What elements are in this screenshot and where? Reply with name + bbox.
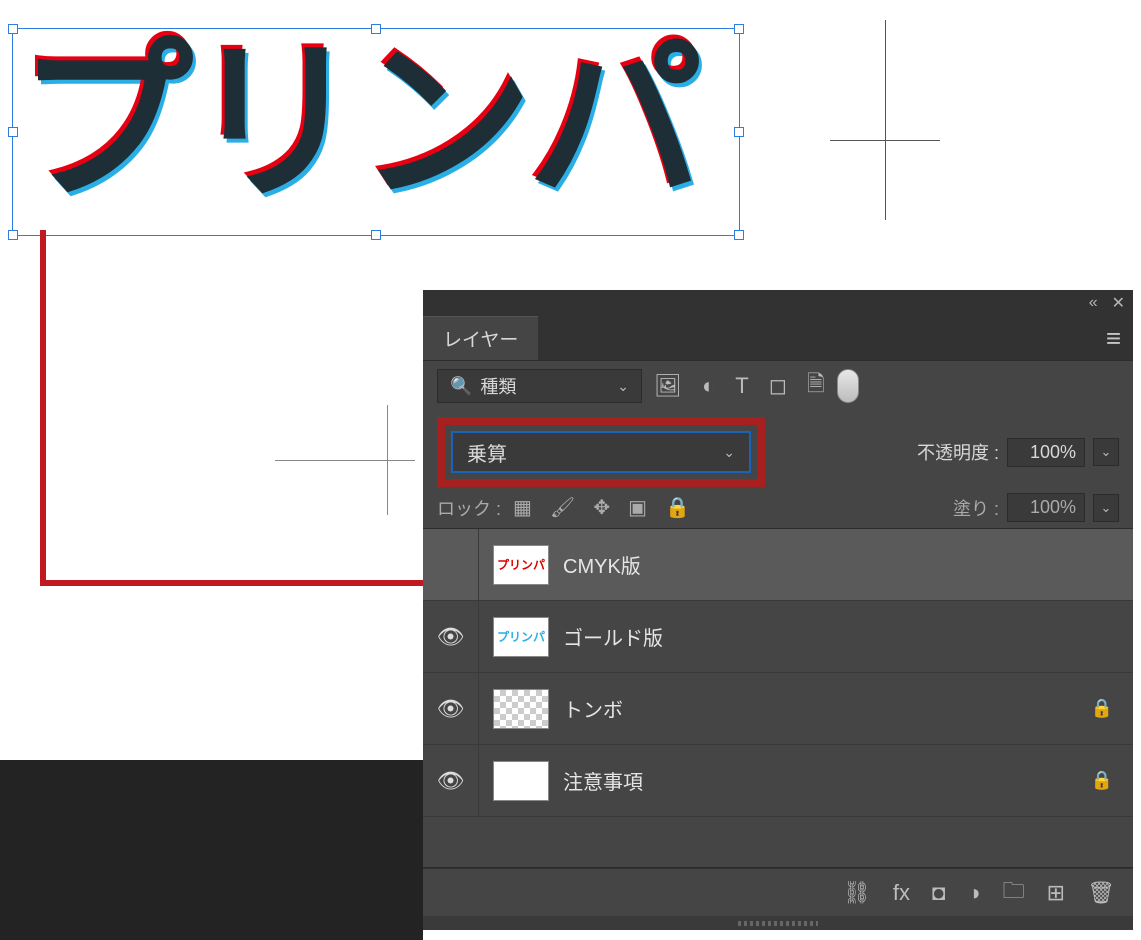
panel-topbar: « ✕ [423, 290, 1133, 316]
filter-toggle[interactable] [837, 369, 859, 403]
layers-list: プリンパ CMYK版 👁 プリンパ ゴールド版 👁 トンボ 🔒 👁 [423, 528, 1133, 868]
resize-handle-br[interactable] [734, 230, 744, 240]
filter-shape-icon[interactable]: ◻ [769, 373, 787, 399]
lock-label: ロック : [437, 495, 501, 521]
chevron-down-icon: ⌄ [617, 378, 629, 395]
layer-thumbnail[interactable] [493, 689, 549, 729]
eye-icon: 👁 [437, 768, 465, 794]
blend-row: 乗算 ⌄ 不透明度 : 100% ⌄ [423, 411, 1133, 493]
search-icon: 🔍 [450, 376, 472, 397]
pasteboard-area [0, 760, 423, 940]
delete-layer-button[interactable]: 🗑 [1087, 880, 1115, 906]
visibility-toggle[interactable] [423, 529, 479, 600]
filter-pixel-icon[interactable]: 🖼 [654, 373, 682, 399]
layer-thumbnail[interactable]: プリンパ [493, 617, 549, 657]
artwork-layer-dark: プリンパ [18, 36, 698, 211]
resize-handle-mr[interactable] [734, 127, 744, 137]
opacity-group: 不透明度 : 100% ⌄ [917, 438, 1119, 467]
filter-icons: 🖼 ◐ T ◻ 🗎 [654, 367, 825, 405]
layer-mask-button[interactable]: ◘ [932, 880, 945, 906]
layer-thumbnail[interactable]: プリンパ [493, 545, 549, 585]
thumb-preview: プリンパ [497, 628, 545, 645]
layer-row[interactable]: プリンパ CMYK版 [423, 529, 1133, 601]
filter-type-icon[interactable]: T [735, 373, 748, 399]
layer-row[interactable]: 👁 注意事項 🔒 [423, 745, 1133, 817]
opacity-label: 不透明度 : [917, 439, 999, 465]
layer-fx-button[interactable]: fx [893, 880, 910, 906]
tab-layers[interactable]: レイヤー [423, 316, 538, 360]
group-button[interactable]: 🗀 [1003, 874, 1025, 912]
artwork[interactable]: プリンパ プリンパ プリンパ [15, 30, 735, 240]
eye-icon: 👁 [437, 624, 465, 650]
registration-mark-1 [830, 20, 940, 220]
visibility-toggle[interactable]: 👁 [423, 745, 479, 816]
fill-input[interactable]: 100% [1007, 493, 1085, 522]
layer-name[interactable]: 注意事項 [563, 766, 643, 795]
lock-icon: 🔒 [1091, 770, 1113, 791]
lock-position-icon[interactable]: ✥ [593, 495, 610, 520]
panel-footer: ⛓ fx ◘ ◑ 🗀 ⊞ 🗑 [423, 868, 1133, 916]
panel-tabs: レイヤー ≡ [423, 316, 1133, 361]
layer-name[interactable]: トンボ [563, 694, 623, 723]
opacity-stepper[interactable]: ⌄ [1093, 438, 1119, 466]
lock-brush-icon[interactable]: 🖌 [550, 495, 575, 520]
filter-label: 種類 [480, 373, 516, 399]
lock-artboard-icon[interactable]: ▣ [628, 495, 647, 520]
callout-arrow [40, 580, 475, 586]
filter-adjust-icon[interactable]: ◐ [702, 373, 715, 399]
fill-stepper[interactable]: ⌄ [1093, 494, 1119, 522]
layer-row[interactable]: 👁 トンボ 🔒 [423, 673, 1133, 745]
link-layers-button[interactable]: ⛓ [843, 880, 871, 906]
filter-row: 🔍 種類 ⌄ 🖼 ◐ T ◻ 🗎 [423, 361, 1133, 411]
filter-smart-icon[interactable]: 🗎 [807, 367, 825, 405]
fill-group: 塗り : 100% ⌄ [953, 493, 1119, 522]
collapse-icon[interactable]: « [1089, 294, 1098, 312]
layer-row[interactable]: 👁 プリンパ ゴールド版 [423, 601, 1133, 673]
visibility-toggle[interactable]: 👁 [423, 673, 479, 744]
close-icon[interactable]: ✕ [1112, 293, 1125, 313]
chevron-down-icon: ⌄ [723, 444, 735, 461]
blend-mode-value: 乗算 [467, 438, 507, 467]
blend-mode-highlight: 乗算 ⌄ [437, 417, 765, 487]
eye-icon: 👁 [437, 696, 465, 722]
visibility-toggle[interactable]: 👁 [423, 601, 479, 672]
lock-icon: 🔒 [1091, 698, 1113, 719]
blend-mode-select[interactable]: 乗算 ⌄ [451, 431, 751, 473]
filter-type-select[interactable]: 🔍 種類 ⌄ [437, 369, 642, 403]
thumb-preview: プリンパ [497, 556, 545, 573]
fill-label: 塗り : [953, 495, 999, 521]
lock-row: ロック : ▦ 🖌 ✥ ▣ 🔒 塗り : 100% ⌄ [423, 493, 1133, 528]
panel-resize-grip[interactable] [423, 916, 1133, 930]
new-layer-button[interactable]: ⊞ [1047, 880, 1065, 906]
registration-mark-2 [275, 405, 415, 515]
layer-thumbnail[interactable] [493, 761, 549, 801]
lock-transparent-icon[interactable]: ▦ [513, 495, 532, 520]
menu-icon: ≡ [1106, 323, 1121, 354]
adjustment-button[interactable]: ◑ [967, 880, 980, 906]
tab-label: レイヤー [443, 325, 518, 352]
layer-name[interactable]: CMYK版 [563, 550, 641, 579]
layer-name[interactable]: ゴールド版 [563, 622, 663, 651]
opacity-input[interactable]: 100% [1007, 438, 1085, 467]
callout-arrow [40, 230, 46, 585]
panel-menu-button[interactable]: ≡ [1094, 316, 1133, 360]
resize-handle-tr[interactable] [734, 24, 744, 34]
lock-all-icon[interactable]: 🔒 [665, 495, 690, 520]
layers-panel: « ✕ レイヤー ≡ 🔍 種類 ⌄ 🖼 ◐ T ◻ 🗎 乗算 ⌄ [423, 290, 1133, 930]
